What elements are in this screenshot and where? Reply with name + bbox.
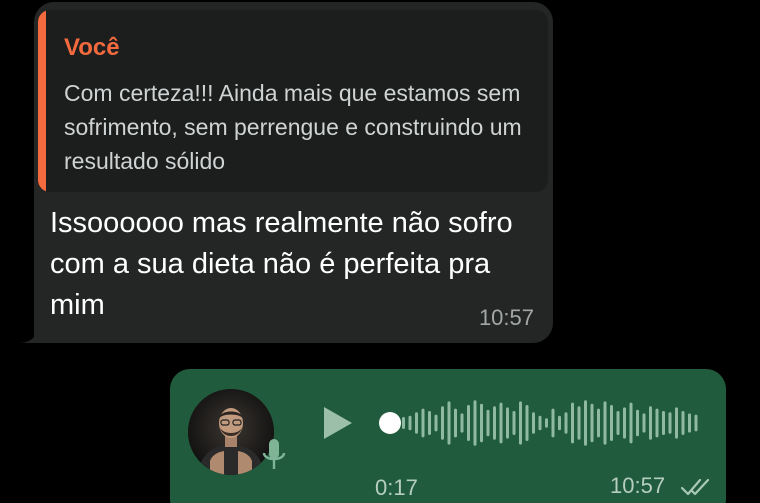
waveform-bar bbox=[655, 408, 659, 438]
waveform-bar bbox=[584, 400, 587, 446]
microphone-icon bbox=[260, 437, 288, 473]
waveform-bar bbox=[649, 406, 652, 440]
waveform-bar bbox=[577, 406, 581, 440]
quoted-reply-accent-bar bbox=[38, 10, 46, 192]
play-icon bbox=[324, 407, 352, 439]
waveform-bar bbox=[408, 415, 412, 431]
waveform-bar bbox=[506, 407, 509, 439]
double-check-icon bbox=[680, 477, 712, 497]
waveform-bar bbox=[493, 406, 496, 440]
waveform-bar bbox=[519, 401, 522, 445]
outgoing-message-time: 10:57 bbox=[610, 473, 666, 498]
waveform-bar bbox=[558, 415, 561, 431]
waveform-bar bbox=[668, 412, 672, 434]
play-button[interactable] bbox=[318, 403, 358, 443]
waveform-bar bbox=[467, 405, 470, 441]
waveform-bar bbox=[512, 411, 516, 435]
outgoing-voice-message-bubble[interactable]: 0:17 10:57 bbox=[170, 369, 726, 503]
waveform-bar bbox=[603, 401, 607, 445]
waveform-bar bbox=[441, 406, 444, 440]
incoming-message-text: Issoooooo mas realmente não sofro com a … bbox=[50, 207, 513, 321]
waveform-bar bbox=[480, 403, 483, 443]
waveform-bar bbox=[434, 414, 438, 432]
waveform-bar bbox=[662, 411, 665, 435]
waveform-bar bbox=[499, 402, 503, 444]
waveform-bar bbox=[447, 401, 451, 445]
quoted-reply-text: Com certeza!!! Ainda mais que estamos se… bbox=[64, 80, 522, 174]
waveform-bar bbox=[415, 412, 418, 434]
waveform-bar bbox=[610, 405, 613, 441]
waveform-bar bbox=[629, 402, 633, 444]
waveform-bar bbox=[694, 414, 698, 432]
waveform-bar bbox=[532, 412, 535, 434]
voice-waveform[interactable] bbox=[402, 397, 702, 449]
waveform-bar bbox=[688, 413, 691, 433]
waveform-bar bbox=[428, 411, 431, 435]
quoted-reply-author: Você bbox=[64, 34, 120, 61]
waveform-bar bbox=[525, 405, 529, 441]
chat-screen: Você Com certeza!!! Ainda mais que estam… bbox=[0, 0, 760, 503]
waveform-bar bbox=[545, 418, 548, 428]
waveform-bar bbox=[551, 408, 555, 438]
waveform-bar bbox=[564, 412, 568, 434]
waveform-bar bbox=[590, 403, 594, 443]
voice-duration: 0:17 bbox=[375, 475, 418, 500]
waveform-bar bbox=[571, 402, 574, 444]
waveform-bar bbox=[675, 407, 678, 439]
playback-scrubber[interactable] bbox=[379, 412, 401, 434]
waveform-bar bbox=[454, 408, 457, 438]
waveform-bar bbox=[402, 417, 405, 429]
incoming-message-time: 10:57 bbox=[478, 305, 534, 330]
waveform-bar bbox=[460, 413, 464, 433]
waveform-bar bbox=[538, 415, 542, 431]
waveform-bar bbox=[421, 408, 425, 438]
incoming-message-bubble[interactable]: Você Com certeza!!! Ainda mais que estam… bbox=[34, 2, 553, 343]
waveform-bar bbox=[636, 409, 639, 437]
waveform-bar bbox=[681, 411, 685, 435]
waveform-bar bbox=[623, 407, 626, 439]
waveform-bar bbox=[616, 411, 620, 435]
waveform-bar bbox=[597, 408, 600, 438]
waveform-bar bbox=[642, 413, 646, 433]
waveform-bar bbox=[486, 409, 490, 437]
quoted-reply[interactable]: Você Com certeza!!! Ainda mais que estam… bbox=[38, 10, 548, 192]
waveform-bar bbox=[473, 400, 477, 446]
